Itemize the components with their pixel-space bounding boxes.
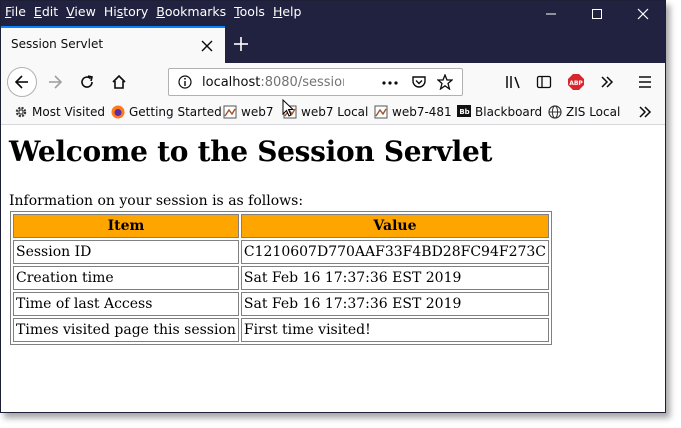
bookmark-getting-started[interactable]: Getting Started [111,105,222,119]
tab-session-servlet[interactable]: Session Servlet [1,26,225,63]
bookmark-web7[interactable]: web7 [223,105,273,119]
navigation-toolbar: localhost:8080/session/ ABP [1,63,665,101]
double-chevron-icon [639,106,652,118]
table-row: Creation time Sat Feb 16 17:37:36 EST 20… [13,266,549,290]
menu-edit[interactable]: Edit [34,4,58,19]
mouse-cursor-icon [282,99,295,117]
table-header-row: Item Value [13,214,549,238]
tab-title: Session Servlet [11,37,104,51]
table-row: Times visited page this session First ti… [13,318,549,342]
firefox-icon [111,105,125,119]
menu-help[interactable]: Help [273,4,302,19]
table-row: Session ID C1210607D770AAF33F4BD28FC94F2… [13,240,549,264]
menu-bookmarks[interactable]: Bookmarks [156,4,226,19]
page-actions-icon[interactable] [382,80,398,86]
home-icon [112,74,126,89]
new-tab-button[interactable] [233,30,249,52]
bookmark-blackboard[interactable]: Bb Blackboard [457,105,542,119]
gear-icon [15,106,27,118]
globe-icon [548,105,562,119]
table-cell-value: Sat Feb 16 17:37:36 EST 2019 [240,292,549,316]
bookmark-label: Most Visited [32,105,106,119]
table-cell-value: C1210607D770AAF33F4BD28FC94F273C [240,240,549,264]
page-content: Welcome to the Session Servlet Informati… [1,125,665,412]
library-button[interactable] [500,68,528,96]
table-cell-item: Creation time [13,266,239,290]
menu-history[interactable]: History [104,4,148,19]
double-chevron-icon [601,76,614,88]
address-bar[interactable]: localhost:8080/session/ [168,68,463,96]
url-host: localhost [202,75,261,90]
menu-bar: File Edit View History Bookmarks Tools H… [5,4,309,19]
svg-text:ABP: ABP [569,80,583,87]
reload-icon [81,75,93,88]
plus-icon [234,37,248,51]
maximize-button[interactable] [574,1,620,26]
info-icon[interactable] [178,75,192,89]
reload-button[interactable] [73,68,101,96]
bookmarks-overflow-button[interactable] [638,105,652,119]
close-icon [637,8,649,19]
maximize-icon [592,8,602,19]
page-icon [223,105,237,119]
adblock-icon: ABP [568,74,584,90]
bookmark-web7-481[interactable]: web7-481 [374,105,452,119]
svg-text:Bb: Bb [459,108,469,116]
url-path: :8080/session/ [260,75,344,90]
bookmark-most-visited[interactable]: Most Visited [14,105,105,119]
page-title: Welcome to the Session Servlet [9,135,493,168]
adblock-button[interactable]: ABP [562,68,590,96]
tab-bar: Session Servlet [1,26,665,63]
url-text[interactable]: localhost:8080/session/ [202,75,344,90]
intro-text: Information on your session is as follow… [9,193,304,209]
sidebar-button[interactable] [530,68,558,96]
blackboard-icon: Bb [457,105,471,117]
minimize-button[interactable] [528,1,574,26]
column-header-value: Value [240,214,549,238]
back-arrow-icon [14,75,28,89]
table-cell-value: Sat Feb 16 17:37:36 EST 2019 [240,266,549,290]
table-cell-item: Session ID [13,240,239,264]
session-info-table: Item Value Session ID C1210607D770AAF33F… [10,211,552,345]
bookmark-label: ZIS Local [566,105,621,119]
close-icon [201,40,213,52]
menu-view[interactable]: View [66,4,96,19]
minimize-icon [546,13,556,14]
menu-button[interactable] [631,68,659,96]
menu-file[interactable]: File [5,4,26,19]
star-icon[interactable] [437,74,453,90]
bookmarks-toolbar: Most Visited Getting Started web7 web7 L… [1,101,665,125]
library-icon [506,76,520,89]
bookmark-zis-local[interactable]: ZIS Local [548,105,620,119]
overflow-menu-button[interactable] [593,68,621,96]
column-header-item: Item [13,214,239,238]
back-button[interactable] [7,67,37,97]
tab-close-button[interactable] [200,34,214,53]
table-row: Time of last Access Sat Feb 16 17:37:36 … [13,292,549,316]
bookmark-label: Blackboard [475,105,543,119]
hamburger-icon [639,76,651,88]
bookmark-label: web7-481 [392,105,452,119]
table-cell-item: Time of last Access [13,292,239,316]
table-cell-value: First time visited! [240,318,549,342]
menu-tools[interactable]: Tools [234,4,265,19]
close-window-button[interactable] [620,1,665,26]
title-bar: File Edit View History Bookmarks Tools H… [1,1,665,26]
sidebar-icon [536,75,552,89]
bookmark-label: web7 Local [301,105,369,119]
browser-window: File Edit View History Bookmarks Tools H… [0,0,666,413]
home-button[interactable] [105,68,133,96]
page-icon [374,105,388,119]
pocket-icon[interactable] [411,74,427,90]
bookmark-label: Getting Started [129,105,222,119]
forward-button[interactable] [41,68,69,96]
forward-arrow-icon [49,75,63,89]
table-cell-item: Times visited page this session [13,318,239,342]
bookmark-label: web7 [241,105,274,119]
